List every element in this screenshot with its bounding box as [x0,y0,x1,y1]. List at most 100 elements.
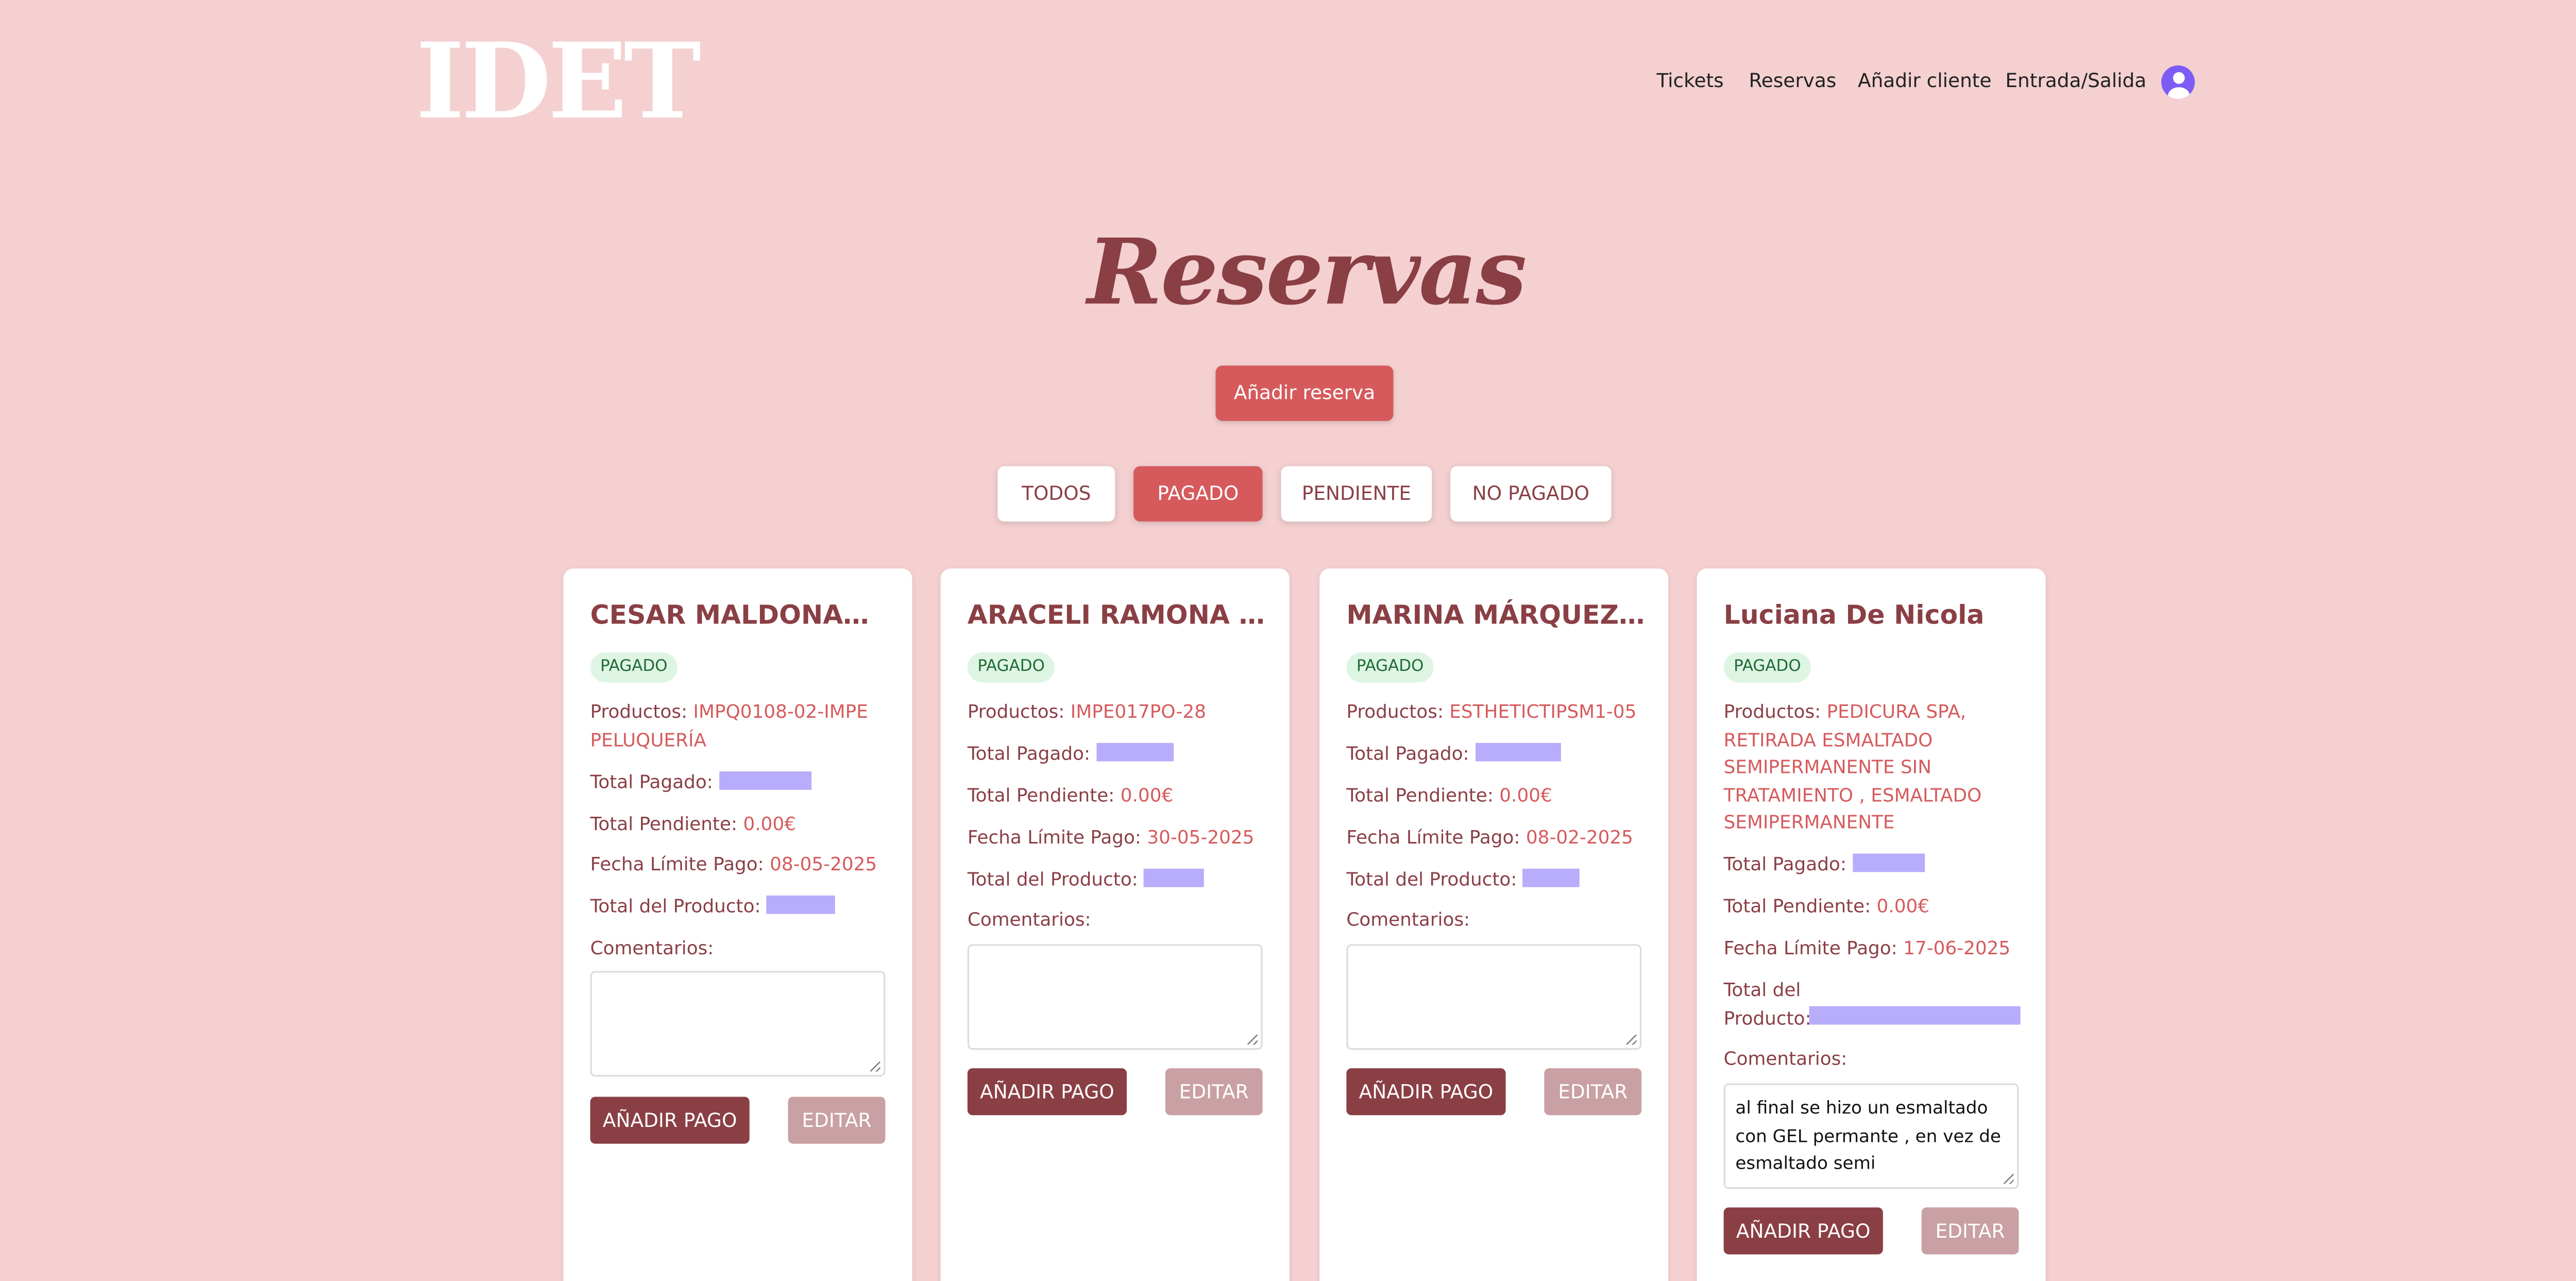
add-payment-button[interactable]: AÑADIR PAGO [967,1068,1127,1116]
app-root: IDET Tickets Reservas Añadir cliente Ent… [0,0,2576,1281]
comments-label: Comentarios: [1723,1048,1848,1070]
product-total-line: Total del Producto: [590,894,889,922]
nav-reservas[interactable]: Reservas [1749,67,1836,94]
avatar-body-shape [2167,86,2189,99]
filter-pagado-button[interactable]: PAGADO [1133,466,1263,522]
due-date-line: Fecha Límite Pago: 17-06-2025 [1724,936,2022,964]
total-pending-label: Total Pendiente: [590,813,738,835]
due-date-label: Fecha Límite Pago: [1346,827,1520,849]
brand-logo[interactable]: IDET [416,23,701,141]
total-pending-value: 0.00€ [743,813,796,835]
due-date-value: 30-05-2025 [1147,827,1255,849]
total-pending-line: Total Pendiente: 0.00€ [1724,894,2022,922]
total-pending-label: Total Pendiente: [1723,895,1871,918]
product-total-label: Total del Producto: [1346,868,1517,891]
nav-entrada-salida[interactable]: Entrada/Salida [2005,67,2146,94]
comments-textarea[interactable] [590,971,886,1077]
due-date-value: 17-06-2025 [1903,937,2011,959]
total-pending-line: Total Pendiente: 0.00€ [590,812,889,839]
edit-button[interactable]: EDITAR [1165,1068,1263,1116]
total-paid-line: Total Pagado: [968,741,1266,769]
due-date-line: Fecha Límite Pago: 08-02-2025 [1346,825,1645,853]
products-line: Productos: ESTHETICTIPSM1-05 [1346,699,1645,727]
redacted-value [1809,1006,2021,1025]
total-paid-label: Total Pagado: [1723,853,1846,875]
filter-pendiente-button[interactable]: PENDIENTE [1281,466,1432,522]
due-date-label: Fecha Límite Pago: [967,827,1141,849]
due-date-line: Fecha Límite Pago: 30-05-2025 [968,825,1266,853]
products-label: Productos: [1346,701,1444,723]
product-total-value [1809,1004,2027,1032]
total-pending-label: Total Pendiente: [1346,785,1494,807]
product-total-line: Total del Producto: [1346,867,1645,895]
total-pending-label: Total Pendiente: [967,785,1115,807]
client-name: ARACELI RAMONA G... [967,600,1266,631]
redacted-value [1852,853,1925,872]
comments-label: Comentarios: [590,937,714,959]
page-title: Reservas [1087,218,1527,326]
products-label: Productos: [590,701,688,723]
due-date-value: 08-02-2025 [1526,827,1633,849]
nav-anadir-cliente[interactable]: Añadir cliente [1858,67,1992,94]
reservation-card: Luciana De Nicola PAGADO Productos: PEDI… [1697,568,2046,1281]
products-line: Productos: IMPQ0108-02-IMPE PELUQUERÍA [590,699,889,754]
status-badge: PAGADO [590,652,678,683]
comments-textarea[interactable] [1346,944,1642,1050]
redacted-value [766,895,836,914]
edit-button[interactable]: EDITAR [1544,1068,1642,1116]
total-paid-line: Total Pagado: [590,770,889,798]
total-pending-value: 0.00€ [1499,785,1552,807]
edit-button[interactable]: EDITAR [1921,1207,2019,1255]
redacted-value [1522,868,1580,887]
client-name: CESAR MALDONADO... [590,600,889,631]
resize-grip-icon[interactable] [1626,1035,1637,1045]
status-badge: PAGADO [1723,652,1811,683]
products-line: Productos: IMPE017PO-28 [968,699,1266,727]
products-label: Productos: [967,701,1065,723]
due-date-label: Fecha Límite Pago: [1723,937,1897,959]
reservation-card: CESAR MALDONADO... PAGADO Productos: IMP… [563,568,912,1281]
filter-todos-button[interactable]: TODOS [997,466,1115,522]
product-total-line: Total del Producto: [968,867,1266,895]
edit-button[interactable]: EDITAR [788,1097,886,1144]
total-pending-value: 0.00€ [1876,895,1930,918]
comments-textarea[interactable] [967,944,1263,1050]
comments-textarea[interactable]: al final se hizo un esmaltado con GEL pe… [1723,1083,2019,1189]
total-pending-value: 0.00€ [1120,785,1174,807]
redacted-value [719,771,811,790]
add-reservation-button[interactable]: Añadir reserva [1215,365,1394,421]
comments-label: Comentarios: [1346,908,1470,931]
due-date-line: Fecha Límite Pago: 08-05-2025 [590,852,889,880]
client-name: MARINA MÁRQUEZ R... [1346,600,1645,631]
add-payment-button[interactable]: AÑADIR PAGO [1723,1207,1883,1255]
due-date-value: 08-05-2025 [770,853,877,875]
redacted-value [1475,743,1561,762]
add-payment-button[interactable]: AÑADIR PAGO [590,1097,750,1144]
redacted-value [1096,743,1174,762]
total-paid-label: Total Pagado: [590,771,713,794]
reservation-card: ARACELI RAMONA G... PAGADO Productos: IM… [940,568,1290,1281]
status-badge: PAGADO [1346,652,1434,683]
total-paid-label: Total Pagado: [1346,743,1469,765]
total-pending-line: Total Pendiente: 0.00€ [968,783,1266,811]
products-line: Productos: PEDICURA SPA, RETIRADA ESMALT… [1724,699,2022,837]
resize-grip-icon[interactable] [1247,1035,1258,1045]
status-badge: PAGADO [967,652,1055,683]
products-value: ESTHETICTIPSM1-05 [1449,701,1637,723]
resize-grip-icon[interactable] [870,1061,880,1072]
resize-grip-icon[interactable] [2004,1174,2014,1184]
avatar-head-shape [2172,72,2184,84]
filter-no-pagado-button[interactable]: NO PAGADO [1450,466,1612,522]
product-total-label: Total del Producto: [590,895,761,918]
due-date-label: Fecha Límite Pago: [590,853,764,875]
total-paid-line: Total Pagado: [1724,852,2022,880]
redacted-value [1144,868,1205,887]
comments-label: Comentarios: [967,908,1091,931]
products-value: IMPE017PO-28 [1070,701,1207,723]
total-paid-line: Total Pagado: [1346,741,1645,769]
total-paid-label: Total Pagado: [967,743,1091,765]
add-payment-button[interactable]: AÑADIR PAGO [1346,1068,1506,1116]
product-total-label: Total del Producto: [967,868,1138,891]
nav-tickets[interactable]: Tickets [1656,67,1723,94]
user-avatar-icon[interactable] [2161,65,2195,99]
